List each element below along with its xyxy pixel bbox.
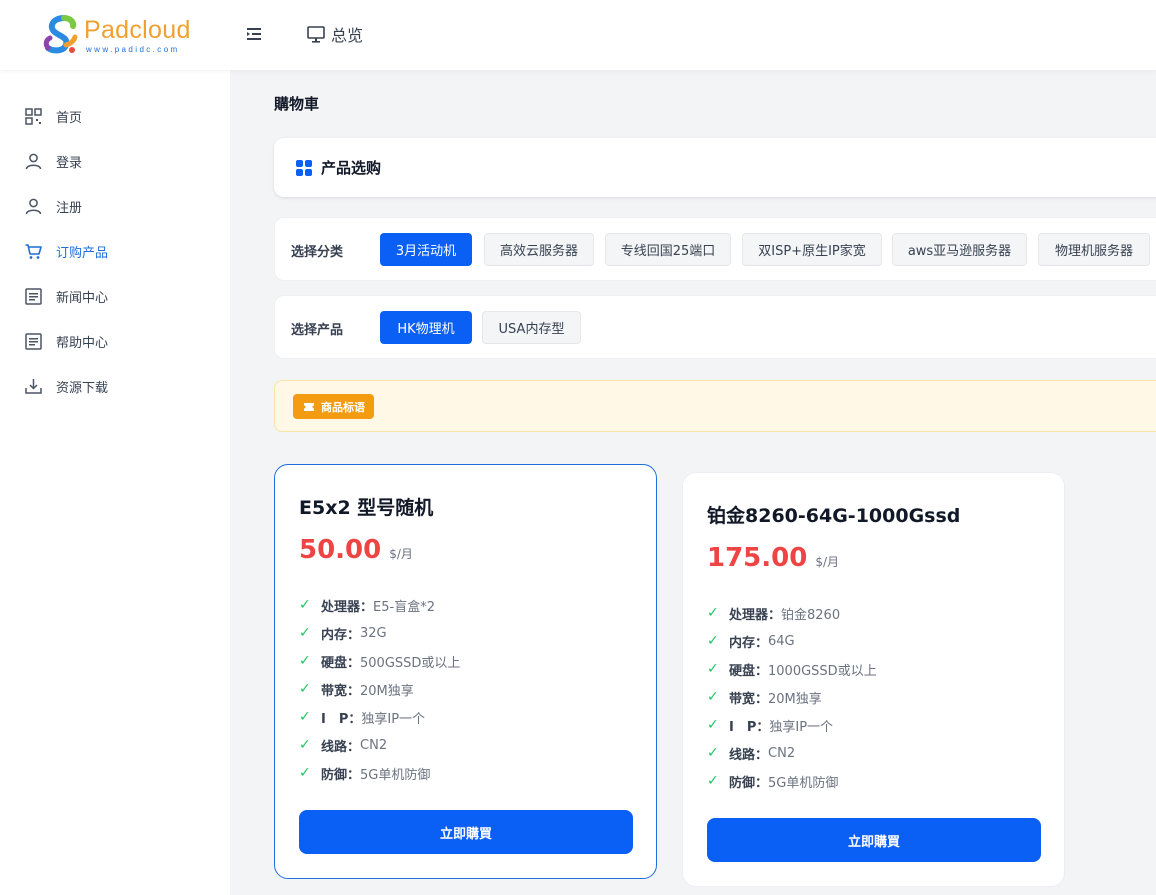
spec-item: ✓ 处理器： E5-盲盒*2 bbox=[299, 597, 435, 615]
check-icon: ✓ bbox=[299, 709, 311, 725]
user-icon bbox=[25, 153, 42, 169]
product-filter-label: 选择产品 bbox=[291, 323, 344, 338]
sidebar-item-downloads[interactable]: 资源下载 bbox=[24, 374, 108, 398]
ticket-icon bbox=[304, 402, 314, 411]
category-filter-label: 选择分类 bbox=[291, 245, 344, 260]
product-name: E5x2 型号随机 bbox=[299, 497, 434, 519]
check-icon: ✓ bbox=[707, 661, 719, 677]
spec-item: ✓ 硬盘： 500GSSD或以上 bbox=[299, 653, 461, 671]
product-slogan-bar: 商品标语 bbox=[274, 380, 1156, 432]
spec-item: ✓ 线路： CN2 bbox=[299, 737, 388, 755]
sidebar-item-label: 订购产品 bbox=[56, 245, 109, 261]
logo-mark-icon bbox=[43, 15, 78, 54]
spec-item: ✓ 内存： 32G bbox=[299, 625, 387, 643]
slogan-badge-label: 商品标语 bbox=[321, 400, 365, 414]
sidebar-item-register[interactable]: 注册 bbox=[24, 194, 82, 218]
spec-list: ✓ 处理器： E5-盲盒*2 ✓ 内存： 32G ✓ 硬盘： 500GSSD或以上 ✓ 带宽：… bbox=[299, 591, 460, 787]
category-chip-dual-isp[interactable]: 双ISP+原生IP家宽 bbox=[742, 233, 882, 266]
check-icon: ✓ bbox=[299, 765, 311, 781]
spec-item: ✓ 处理器： 铂金8260 bbox=[707, 605, 841, 623]
spec-item: ✓ 硬盘： 1000GSSD或以上 bbox=[707, 661, 877, 679]
category-chip-cloud-server[interactable]: 高效云服务器 bbox=[484, 233, 594, 266]
product-chip-hk-physical[interactable]: HK物理机 bbox=[380, 311, 472, 344]
overview-label: 总览 bbox=[331, 26, 364, 45]
check-icon: ✓ bbox=[299, 597, 311, 613]
section-header: 产品选购 bbox=[274, 138, 1156, 197]
sidebar-item-help[interactable]: 帮助中心 bbox=[24, 329, 108, 353]
price-unit: $/月 bbox=[389, 547, 413, 561]
spec-item: ✓ 带宽： 20M独享 bbox=[299, 681, 414, 699]
apps-grid-icon bbox=[296, 159, 312, 176]
logo-text: Padcloud bbox=[84, 16, 191, 44]
grid-qr-icon bbox=[25, 107, 42, 125]
overview-nav[interactable]: 总览 bbox=[306, 22, 363, 46]
product-price: 50.00 $/月 bbox=[299, 535, 413, 565]
buy-now-button[interactable]: 立即購買 bbox=[707, 818, 1041, 862]
product-chip-usa-memory[interactable]: USA内存型 bbox=[482, 311, 581, 344]
category-chip-aws[interactable]: aws亚马逊服务器 bbox=[892, 233, 1027, 266]
monitor-icon bbox=[307, 26, 325, 43]
user-icon bbox=[25, 198, 42, 214]
category-chip-physical-server[interactable]: 物理机服务器 bbox=[1038, 233, 1150, 266]
spec-item: ✓ 带宽： 20M独享 bbox=[707, 689, 822, 707]
price-amount: 50.00 bbox=[299, 535, 382, 565]
sidebar-item-label: 帮助中心 bbox=[56, 335, 109, 351]
buy-now-button[interactable]: 立即購買 bbox=[299, 810, 633, 854]
sidebar-item-home[interactable]: 首页 bbox=[24, 104, 82, 128]
spec-item: ✓ 内存： 64G bbox=[707, 633, 795, 651]
check-icon: ✓ bbox=[299, 681, 311, 697]
spec-item: ✓ 线路： CN2 bbox=[707, 745, 796, 763]
spec-item: ✓ 防御： 5G单机防御 bbox=[299, 765, 431, 783]
top-header: Padcloud www.padidc.com 总览 bbox=[0, 0, 1156, 70]
page-title: 購物車 bbox=[274, 95, 320, 113]
price-amount: 175.00 bbox=[707, 543, 808, 573]
check-icon: ✓ bbox=[707, 689, 719, 705]
sidebar: 首页 登录 注册 订购产品 新闻中心 帮助中心 资源下载 bbox=[0, 70, 230, 895]
section-title: 产品选购 bbox=[321, 159, 382, 177]
sidebar-item-login[interactable]: 登录 bbox=[24, 149, 82, 173]
product-card: 铂金8260-64G-1000Gssd 175.00 $/月 ✓ 处理器： 铂金82… bbox=[682, 472, 1065, 887]
check-icon: ✓ bbox=[707, 745, 719, 761]
download-icon bbox=[25, 378, 42, 394]
check-icon: ✓ bbox=[299, 737, 311, 753]
spec-item: ✓ I P： 独享IP一个 bbox=[299, 709, 426, 727]
product-price: 175.00 $/月 bbox=[707, 543, 839, 573]
logo-subtitle: www.padidc.com bbox=[86, 45, 180, 54]
spec-list: ✓ 处理器： 铂金8260 ✓ 内存： 64G ✓ 硬盘： 1000GSSD或以上 ✓ 带宽：… bbox=[707, 599, 877, 795]
menu-toggle-icon[interactable] bbox=[244, 24, 264, 44]
sidebar-item-order-products[interactable]: 订购产品 bbox=[24, 239, 108, 263]
product-filter: 选择产品 HK物理机 USA内存型 bbox=[274, 295, 1156, 359]
check-icon: ✓ bbox=[707, 717, 719, 733]
document-icon bbox=[25, 287, 42, 305]
category-chip-march-promo[interactable]: 3月活动机 bbox=[380, 233, 472, 266]
cart-icon bbox=[25, 243, 42, 259]
spec-item: ✓ I P： 独享IP一个 bbox=[707, 717, 834, 735]
sidebar-item-label: 登录 bbox=[56, 155, 83, 171]
document-icon bbox=[25, 332, 42, 350]
slogan-badge: 商品标语 bbox=[293, 394, 374, 419]
check-icon: ✓ bbox=[707, 633, 719, 649]
check-icon: ✓ bbox=[299, 653, 311, 669]
sidebar-item-news[interactable]: 新闻中心 bbox=[24, 284, 108, 308]
logo[interactable]: Padcloud www.padidc.com bbox=[42, 14, 192, 58]
sidebar-item-label: 新闻中心 bbox=[56, 290, 109, 306]
sidebar-item-label: 资源下载 bbox=[56, 380, 109, 396]
check-icon: ✓ bbox=[707, 773, 719, 789]
product-name: 铂金8260-64G-1000Gssd bbox=[707, 505, 961, 527]
category-filter: 选择分类 3月活动机 高效云服务器 专线回国25端口 双ISP+原生IP家宽 a… bbox=[274, 217, 1156, 281]
spec-item: ✓ 防御： 5G单机防御 bbox=[707, 773, 839, 791]
check-icon: ✓ bbox=[299, 625, 311, 641]
sidebar-item-label: 注册 bbox=[56, 200, 83, 216]
price-unit: $/月 bbox=[815, 555, 840, 569]
check-icon: ✓ bbox=[707, 605, 719, 621]
product-card: E5x2 型号随机 50.00 $/月 ✓ 处理器： E5-盲盒*2 ✓ 内存： 32G… bbox=[274, 464, 657, 879]
sidebar-item-label: 首页 bbox=[56, 110, 83, 126]
category-chip-dedicated-line[interactable]: 专线回国25端口 bbox=[605, 233, 731, 266]
